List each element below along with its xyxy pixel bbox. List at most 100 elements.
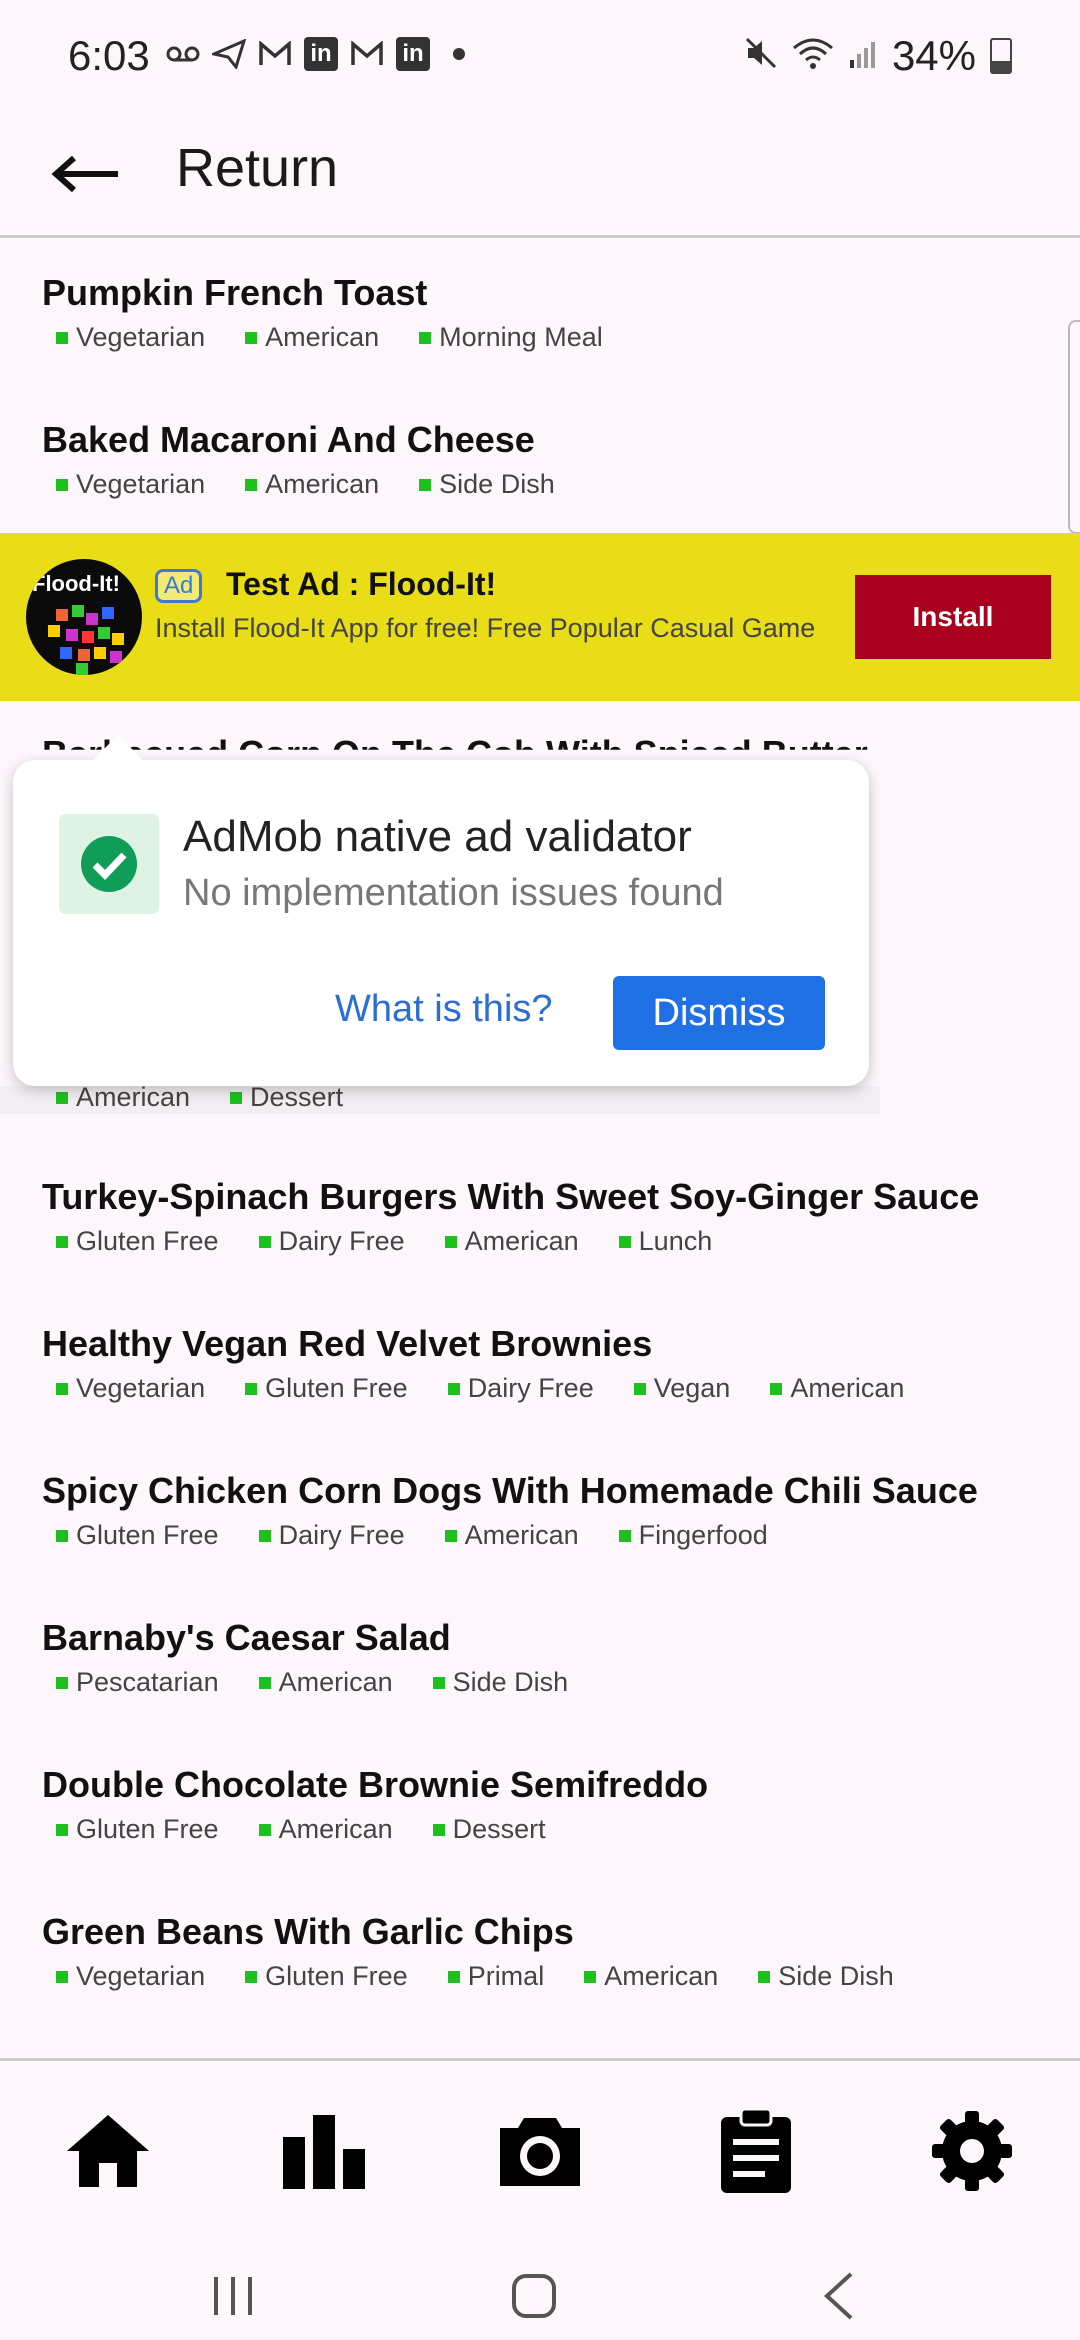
tag: American [245, 1667, 393, 1698]
recipe-item[interactable]: Barnaby's Caesar Salad Pescatarian Ameri… [0, 1617, 1080, 1757]
recipe-tags: Gluten Free Dairy Free American Lunch [42, 1226, 712, 1257]
gear-icon [932, 2111, 1012, 2191]
battery-icon [990, 38, 1012, 74]
ad-title: Test Ad : Flood-It! [226, 566, 497, 602]
tag: American [231, 469, 379, 500]
recipe-title: Healthy Vegan Red Velvet Brownies [42, 1323, 653, 1364]
tag: Gluten Free [42, 1226, 219, 1257]
more-notifications-dot-icon [441, 36, 477, 72]
nav-camera[interactable] [490, 2101, 590, 2201]
recipe-title: Pumpkin French Toast [42, 272, 428, 313]
recipe-title: Turkey-Spinach Burgers With Sweet Soy-Gi… [42, 1176, 980, 1217]
dismiss-button[interactable]: Dismiss [613, 976, 825, 1050]
linkedin-icon: in [303, 36, 339, 72]
tag: Dairy Free [434, 1373, 594, 1404]
tag: American [756, 1373, 904, 1404]
tag: American [570, 1961, 718, 1992]
nav-clipboard[interactable] [706, 2101, 806, 2201]
linkedin-icon: in [395, 36, 431, 72]
recipe-title: Double Chocolate Brownie Semifreddo [42, 1764, 709, 1805]
recipe-title: Green Beans With Garlic Chips [42, 1911, 574, 1952]
tag: Gluten Free [42, 1814, 219, 1845]
recipe-title: Spicy Chicken Corn Dogs With Homemade Ch… [42, 1470, 978, 1511]
home-square-icon [512, 2274, 556, 2318]
recipe-tags: Vegetarian American Morning Meal [42, 322, 603, 353]
recipe-tags: Gluten Free American Dessert [42, 1814, 546, 1845]
ad-validator-popup: AdMob native ad validator No implementat… [13, 734, 869, 1086]
back-button[interactable] [50, 139, 130, 209]
recent-apps-icon [214, 2277, 252, 2315]
tag: Lunch [605, 1226, 713, 1257]
tag: Side Dish [405, 469, 555, 500]
send-icon [211, 36, 247, 72]
battery-percent: 34% [891, 32, 976, 79]
gmail-icon [349, 36, 385, 72]
tag: American [231, 322, 379, 353]
recipe-tags: Vegetarian Gluten Free Dairy Free Vegan … [42, 1373, 904, 1404]
ad-badge: Ad [155, 569, 203, 603]
recipe-item[interactable]: Turkey-Spinach Burgers With Sweet Soy-Gi… [0, 1176, 1080, 1316]
tag: American [431, 1520, 579, 1551]
home-button[interactable] [499, 2266, 569, 2326]
tag: American [245, 1814, 393, 1845]
tag: Dairy Free [245, 1226, 405, 1257]
tag: Dessert [419, 1814, 546, 1845]
recipe-item[interactable]: Double Chocolate Brownie Semifreddo Glut… [0, 1764, 1080, 1904]
native-ad-banner[interactable]: Flood-It! Ad Test Ad : Flood-It! Install… [0, 533, 1080, 701]
system-navigation-bar [0, 2246, 1080, 2340]
notification-icons: in in [165, 36, 477, 72]
signal-icon [848, 32, 878, 80]
recipe-title: Baked Macaroni And Cheese [42, 419, 535, 460]
tag: Fingerfood [605, 1520, 768, 1551]
ad-description: Install Flood-It App for free! Free Popu… [155, 613, 816, 643]
nav-settings[interactable] [922, 2101, 1022, 2201]
tag: Vegetarian [42, 322, 205, 353]
install-button[interactable]: Install [855, 575, 1051, 659]
arrow-left-icon [51, 155, 118, 193]
status-time: 6:03 [68, 32, 150, 79]
tag: Primal [434, 1961, 545, 1992]
back-nav-button[interactable] [804, 2266, 874, 2326]
recent-apps-button[interactable] [198, 2266, 268, 2326]
tag: Dairy Free [245, 1520, 405, 1551]
page-title: Return [176, 138, 339, 198]
recipe-item[interactable]: Healthy Vegan Red Velvet Brownies Vegeta… [0, 1323, 1080, 1463]
tag: American [431, 1226, 579, 1257]
check-circle-icon [59, 814, 159, 914]
top-app-bar: Return [0, 115, 1080, 238]
what-is-this-link[interactable]: What is this? [335, 988, 553, 1031]
ad-icon-label: Flood-It! [32, 571, 120, 596]
clipboard-icon [721, 2107, 791, 2193]
popup-subtitle: No implementation issues found [183, 872, 724, 914]
status-bar: 6:03 in in 34% [0, 0, 1080, 115]
camera-icon [500, 2118, 580, 2186]
recipe-tags: Gluten Free Dairy Free American Fingerfo… [42, 1520, 768, 1551]
recipe-item[interactable]: Green Beans With Garlic Chips Vegetarian… [0, 1911, 1080, 2051]
voicemail-icon [165, 36, 201, 72]
recipe-item[interactable]: Pumpkin French Toast Vegetarian American… [0, 272, 1080, 412]
flood-it-app-icon: Flood-It! [26, 559, 142, 675]
bar-chart-icon [283, 2115, 365, 2189]
gmail-icon [257, 36, 293, 72]
wifi-icon [792, 32, 834, 80]
recipe-title: Barnaby's Caesar Salad [42, 1617, 451, 1658]
recipe-tags: Vegetarian Gluten Free Primal American S… [42, 1961, 894, 1992]
recipe-item[interactable]: Spicy Chicken Corn Dogs With Homemade Ch… [0, 1470, 1080, 1610]
tag: Vegetarian [42, 1961, 205, 1992]
system-status-icons: 34% [744, 32, 1012, 80]
bottom-navigation [0, 2058, 1080, 2249]
tag: Side Dish [744, 1961, 894, 1992]
nav-home[interactable] [58, 2101, 158, 2201]
tag: Morning Meal [405, 322, 603, 353]
tag: Pescatarian [42, 1667, 219, 1698]
tag: Vegetarian [42, 469, 205, 500]
tag: Vegetarian [42, 1373, 205, 1404]
recipe-tags: Vegetarian American Side Dish [42, 469, 555, 500]
tag: Side Dish [419, 1667, 569, 1698]
tag: Gluten Free [231, 1961, 408, 1992]
tag: American [42, 1082, 190, 1113]
nav-stats[interactable] [274, 2101, 374, 2201]
tag: Vegan [620, 1373, 731, 1404]
home-icon [67, 2115, 149, 2187]
chevron-left-icon [824, 2272, 853, 2320]
